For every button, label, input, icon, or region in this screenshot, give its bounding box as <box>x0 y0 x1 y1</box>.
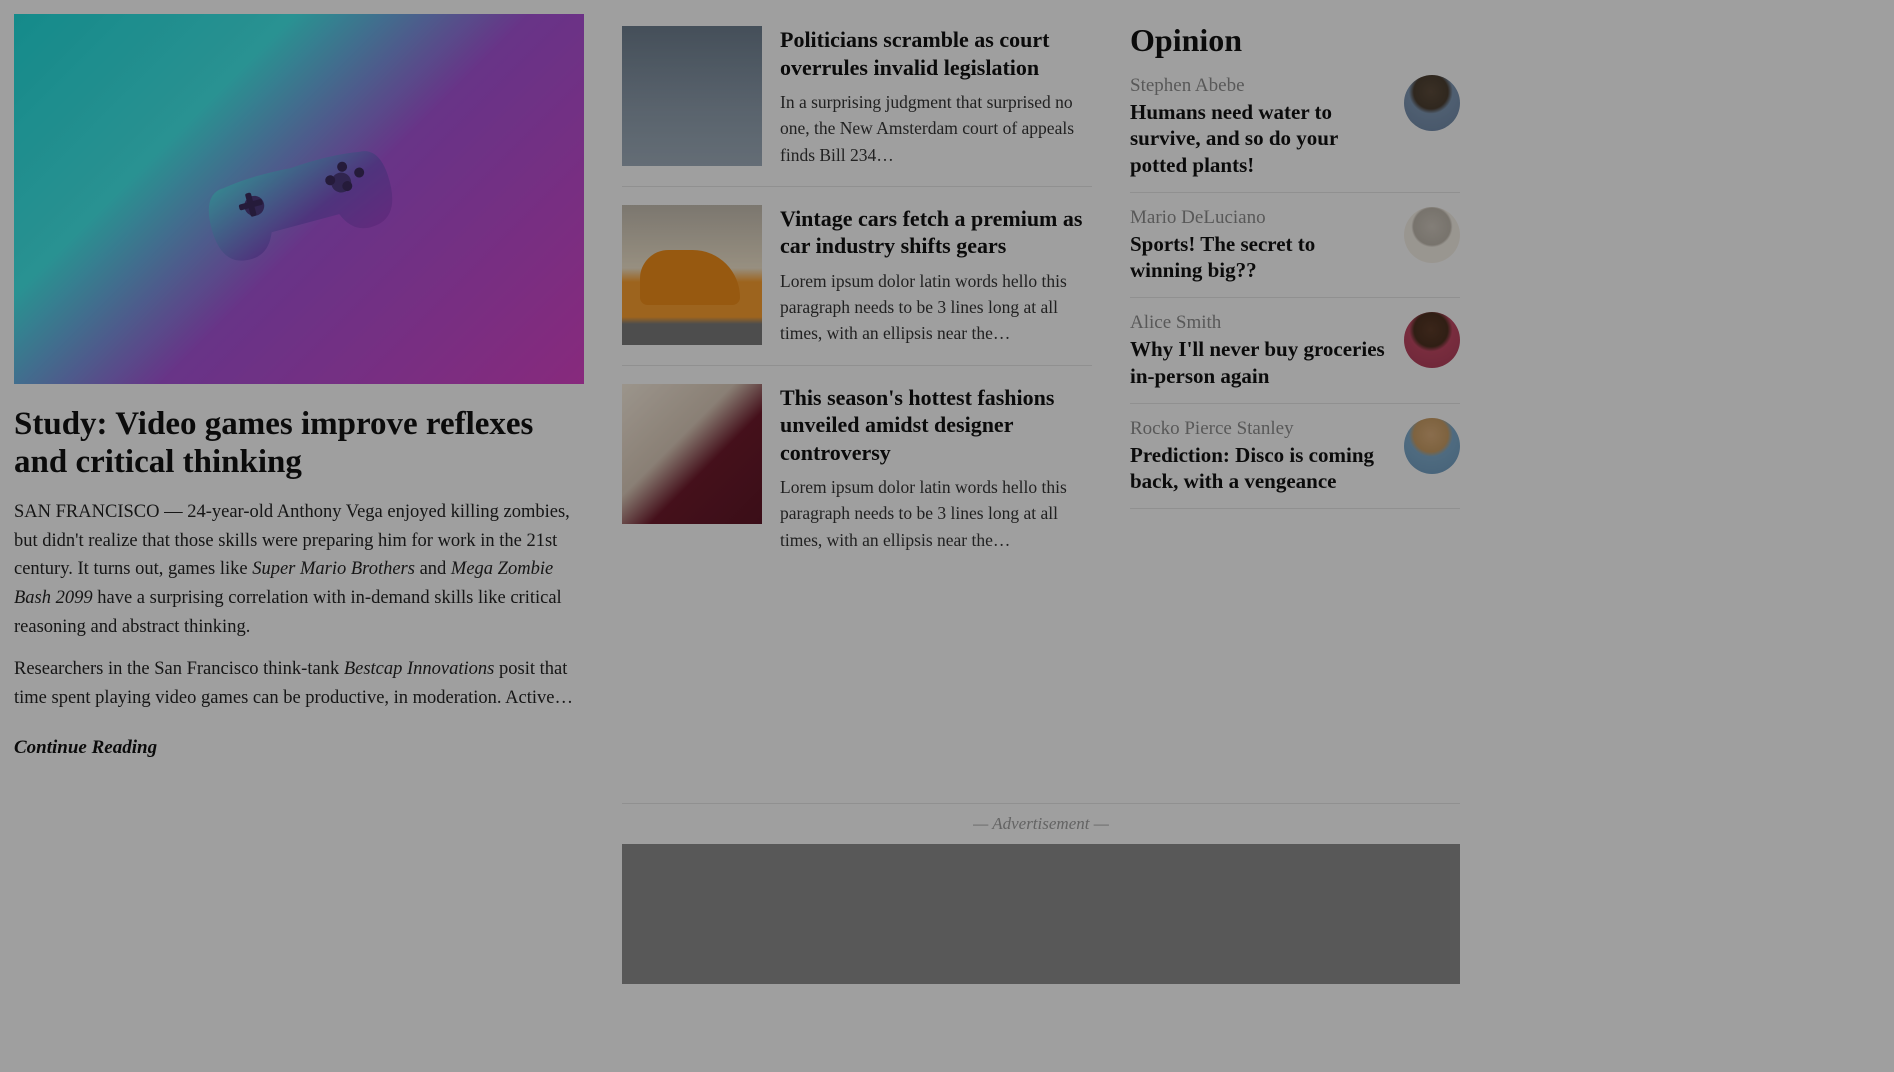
story-thumbnail <box>622 205 762 345</box>
body-emphasis: Bestcap Innovations <box>344 659 495 679</box>
advertisement-placeholder[interactable] <box>622 844 1460 984</box>
secondary-headline[interactable]: Vintage cars fetch a premium as car indu… <box>780 205 1092 260</box>
secondary-excerpt: Lorem ipsum dolor latin words hello this… <box>780 268 1092 347</box>
story-thumbnail <box>622 26 762 166</box>
opinion-headline[interactable]: Sports! The secret to winning big?? <box>1130 231 1388 284</box>
secondary-headline[interactable]: This season's hottest fashions unveiled … <box>780 384 1092 467</box>
avatar <box>1404 312 1460 368</box>
opinion-author: Rocko Pierce Stanley <box>1130 418 1388 440</box>
opinion-author: Stephen Abebe <box>1130 75 1388 97</box>
opinion-author: Alice Smith <box>1130 312 1388 334</box>
secondary-excerpt: Lorem ipsum dolor latin words hello this… <box>780 474 1092 553</box>
secondary-story[interactable]: Vintage cars fetch a premium as car indu… <box>622 205 1092 366</box>
secondary-stories: Politicians scramble as court overrules … <box>622 14 1092 759</box>
main-story-body: SAN FRANCISCO — 24-year-old Anthony Vega… <box>14 498 584 713</box>
main-story-image <box>14 14 584 384</box>
secondary-story[interactable]: This season's hottest fashions unveiled … <box>622 384 1092 571</box>
opinion-headline[interactable]: Prediction: Disco is coming back, with a… <box>1130 442 1388 495</box>
secondary-headline[interactable]: Politicians scramble as court overrules … <box>780 26 1092 81</box>
news-grid: Study: Video games improve reflexes and … <box>14 14 1880 984</box>
opinion-title: Opinion <box>1130 22 1460 59</box>
opinion-section: Opinion Stephen Abebe Humans need water … <box>1130 14 1460 759</box>
opinion-item[interactable]: Mario DeLuciano Sports! The secret to wi… <box>1130 193 1460 299</box>
game-controller-icon <box>184 106 413 293</box>
secondary-excerpt: In a surprising judgment that surprised … <box>780 89 1092 168</box>
advertisement: — Advertisement — <box>622 803 1460 984</box>
opinion-headline[interactable]: Why I'll never buy groceries in-person a… <box>1130 336 1388 389</box>
avatar <box>1404 418 1460 474</box>
body-text: Researchers in the San Francisco think-t… <box>14 659 344 679</box>
story-thumbnail <box>622 384 762 524</box>
advertisement-label: — Advertisement — <box>622 814 1460 834</box>
continue-reading-link[interactable]: Continue Reading <box>14 737 157 759</box>
avatar <box>1404 75 1460 131</box>
avatar <box>1404 207 1460 263</box>
body-emphasis: Super Mario Brothers <box>252 559 415 579</box>
opinion-item[interactable]: Rocko Pierce Stanley Prediction: Disco i… <box>1130 404 1460 510</box>
main-story[interactable]: Study: Video games improve reflexes and … <box>14 14 584 759</box>
body-text: and <box>415 559 451 579</box>
secondary-story[interactable]: Politicians scramble as court overrules … <box>622 26 1092 187</box>
opinion-headline[interactable]: Humans need water to survive, and so do … <box>1130 99 1388 178</box>
main-headline[interactable]: Study: Video games improve reflexes and … <box>14 406 584 482</box>
opinion-author: Mario DeLuciano <box>1130 207 1388 229</box>
opinion-item[interactable]: Stephen Abebe Humans need water to survi… <box>1130 73 1460 193</box>
opinion-item[interactable]: Alice Smith Why I'll never buy groceries… <box>1130 298 1460 404</box>
body-text: have a surprising correlation with in-de… <box>14 588 562 637</box>
